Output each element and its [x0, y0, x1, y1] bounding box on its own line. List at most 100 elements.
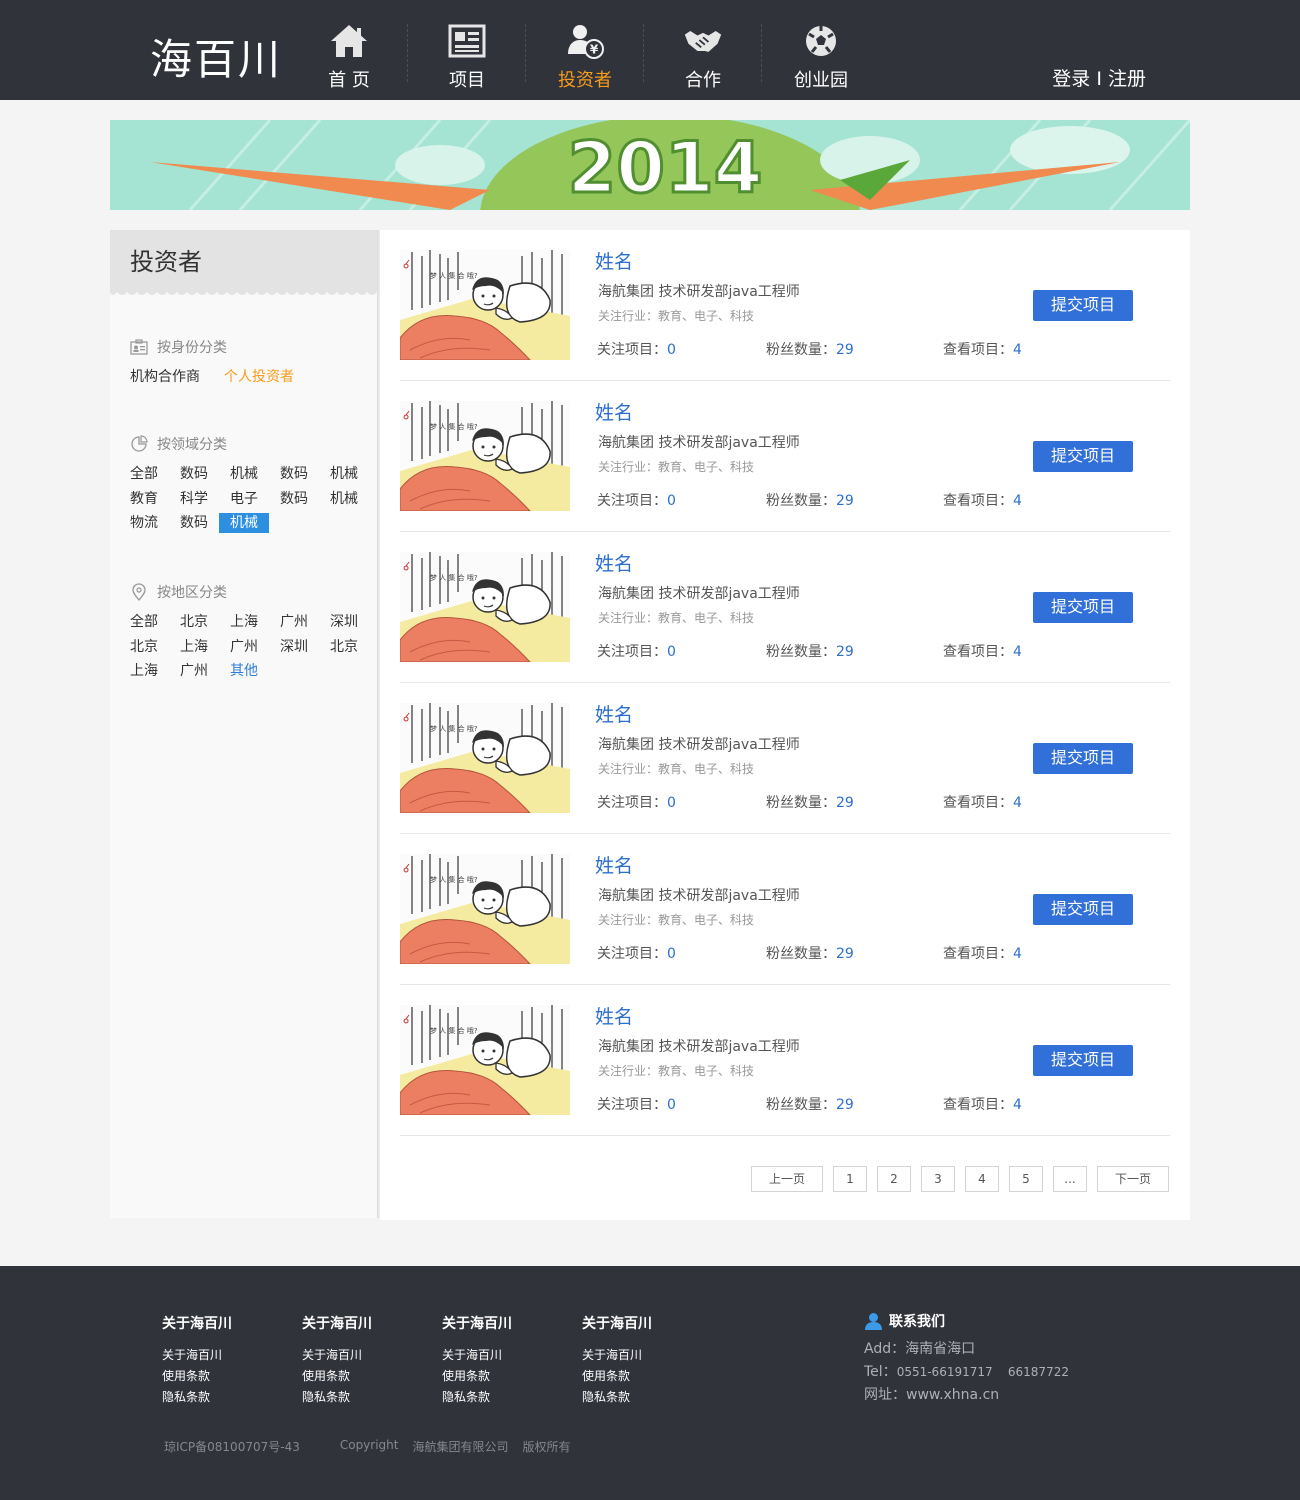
investor-row: 梦 人 集 合 哦? 姓名 海航集团 技术研发部java工程师 关注行业：教育、…: [400, 230, 1170, 381]
investor-name[interactable]: 姓名: [595, 549, 633, 576]
filter-region-option[interactable]: 北京: [130, 637, 158, 657]
page-2-button[interactable]: 2: [877, 1166, 911, 1192]
site-logo[interactable]: 海百川: [150, 26, 282, 87]
submit-project-button[interactable]: 提交项目: [1033, 441, 1133, 472]
filter-field-option[interactable]: 电子: [230, 489, 258, 509]
nav-incubator[interactable]: 创业园: [762, 0, 880, 100]
investor-avatar[interactable]: 梦 人 集 合 哦?: [400, 703, 570, 813]
footer-link-about[interactable]: 关于海百川: [582, 1345, 652, 1366]
submit-project-button[interactable]: 提交项目: [1033, 1045, 1133, 1076]
investor-avatar[interactable]: 梦 人 集 合 哦?: [400, 1005, 570, 1115]
page-4-button[interactable]: 4: [965, 1166, 999, 1192]
filter-field-option[interactable]: 机械: [330, 489, 358, 509]
stat-label: 关注项目：: [597, 795, 667, 811]
investor-org: 海航集团 技术研发部java工程师: [598, 1039, 800, 1055]
footer-link-about[interactable]: 关于海百川: [162, 1345, 232, 1366]
filter-region-option[interactable]: 广州: [280, 612, 308, 632]
investor-org: 海航集团 技术研发部java工程师: [598, 737, 800, 753]
filter-region-option[interactable]: 上海: [130, 661, 158, 681]
contact-site-value[interactable]: www.xhna.cn: [906, 1387, 999, 1403]
login-link[interactable]: 登录: [1052, 68, 1090, 90]
stat-value: 29: [836, 795, 854, 811]
investor-name[interactable]: 姓名: [595, 851, 633, 878]
footer-link-terms[interactable]: 使用条款: [582, 1366, 652, 1387]
footer-link-privacy[interactable]: 隐私条款: [442, 1387, 512, 1408]
filter-region-option[interactable]: 广州: [180, 661, 208, 681]
filter-field-option[interactable]: 数码: [180, 513, 208, 533]
football-icon: [806, 26, 836, 56]
submit-project-button[interactable]: 提交项目: [1033, 743, 1133, 774]
promo-banner[interactable]: 2014: [110, 120, 1190, 210]
submit-project-button[interactable]: 提交项目: [1033, 894, 1133, 925]
footer-link-terms[interactable]: 使用条款: [302, 1366, 372, 1387]
svg-text:梦 人 集 合 哦?: 梦 人 集 合 哦?: [430, 875, 478, 884]
page-3-button[interactable]: 3: [921, 1166, 955, 1192]
footer-column: 关于海百川 关于海百川 使用条款 隐私条款: [162, 1313, 232, 1408]
footer-link-privacy[interactable]: 隐私条款: [162, 1387, 232, 1408]
investor-avatar[interactable]: 梦 人 集 合 哦?: [400, 401, 570, 511]
filter-region-option[interactable]: 其他: [230, 661, 258, 681]
investor-fans: 粉丝数量：29: [766, 1094, 854, 1114]
filter-field-option[interactable]: 机械: [230, 464, 258, 484]
stat-value: 4: [1013, 795, 1022, 811]
investor-name[interactable]: 姓名: [595, 1002, 633, 1029]
banner-artwork: 2014: [110, 120, 1190, 210]
footer-link-about[interactable]: 关于海百川: [442, 1345, 512, 1366]
filter-region-option[interactable]: 深圳: [330, 612, 358, 632]
investor-avatar[interactable]: 梦 人 集 合 哦?: [400, 250, 570, 360]
investor-focus-industries: 关注行业：教育、电子、科技: [598, 762, 755, 776]
footer-link-about[interactable]: 关于海百川: [302, 1345, 372, 1366]
filter-field-option[interactable]: 教育: [130, 489, 158, 509]
investor-avatar[interactable]: 梦 人 集 合 哦?: [400, 552, 570, 662]
investor-focus-industries: 关注行业：教育、电子、科技: [598, 309, 755, 323]
filter-region-option[interactable]: 北京: [180, 612, 208, 632]
investor-row: 梦 人 集 合 哦? 姓名 海航集团 技术研发部java工程师 关注行业：教育、…: [400, 381, 1170, 532]
investor-avatar[interactable]: 梦 人 集 合 哦?: [400, 854, 570, 964]
page-1-button[interactable]: 1: [833, 1166, 867, 1192]
prev-page-button[interactable]: 上一页: [751, 1166, 823, 1192]
filter-field-option[interactable]: 机械: [219, 513, 269, 533]
stat-value: 4: [1013, 342, 1022, 358]
footer-link-terms[interactable]: 使用条款: [162, 1366, 232, 1387]
investor-row: 梦 人 集 合 哦? 姓名 海航集团 技术研发部java工程师 关注行业：教育、…: [400, 985, 1170, 1136]
contact-site-label: 网址：: [864, 1387, 906, 1403]
next-page-button[interactable]: 下一页: [1097, 1166, 1169, 1192]
stat-label: 关注项目：: [597, 644, 667, 660]
filter-identity-option[interactable]: 机构合作商: [130, 367, 200, 387]
investor-name[interactable]: 姓名: [595, 700, 633, 727]
investor-name[interactable]: 姓名: [595, 398, 633, 425]
filter-field-option[interactable]: 数码: [280, 489, 308, 509]
register-link[interactable]: 注册: [1108, 68, 1146, 90]
page-ellipsis-button[interactable]: ...: [1053, 1166, 1087, 1192]
footer-link-privacy[interactable]: 隐私条款: [302, 1387, 372, 1408]
filter-region-option[interactable]: 深圳: [280, 637, 308, 657]
footer-link-privacy[interactable]: 隐私条款: [582, 1387, 652, 1408]
nav-home[interactable]: 首 页: [290, 0, 408, 100]
nav-investors[interactable]: ¥ 投资者: [526, 0, 644, 100]
filter-field-option[interactable]: 全部: [130, 464, 158, 484]
filter-region-option[interactable]: 广州: [230, 637, 258, 657]
filter-region-option[interactable]: 上海: [180, 637, 208, 657]
filter-field-option[interactable]: 科学: [180, 489, 208, 509]
stat-label: 查看项目：: [943, 795, 1013, 811]
filter-field-option[interactable]: 数码: [180, 464, 208, 484]
footer-column-title: 关于海百川: [442, 1316, 512, 1332]
svg-text:梦 人 集 合 哦?: 梦 人 集 合 哦?: [430, 1026, 478, 1035]
submit-project-button[interactable]: 提交项目: [1033, 290, 1133, 321]
filter-field-option[interactable]: 数码: [280, 464, 308, 484]
filter-field-option[interactable]: 物流: [130, 513, 158, 533]
page-5-button[interactable]: 5: [1009, 1166, 1043, 1192]
investor-name[interactable]: 姓名: [595, 247, 633, 274]
nav-cooperation[interactable]: 合作: [644, 0, 762, 100]
investor-viewed-projects: 查看项目：4: [943, 641, 1022, 661]
contact-block: 联系我们 Add：海南省海口 Tel：0551-66191717 6618772…: [864, 1310, 1184, 1407]
submit-project-button[interactable]: 提交项目: [1033, 592, 1133, 623]
nav-projects[interactable]: 项目: [408, 0, 526, 100]
filter-region-option[interactable]: 全部: [130, 612, 158, 632]
filter-region-option[interactable]: 上海: [230, 612, 258, 632]
filter-field-option[interactable]: 机械: [330, 464, 358, 484]
filter-region-option[interactable]: 北京: [330, 637, 358, 657]
filter-identity-option[interactable]: 个人投资者: [224, 367, 294, 387]
footer-link-terms[interactable]: 使用条款: [442, 1366, 512, 1387]
investor-focus-industries: 关注行业：教育、电子、科技: [598, 611, 755, 625]
